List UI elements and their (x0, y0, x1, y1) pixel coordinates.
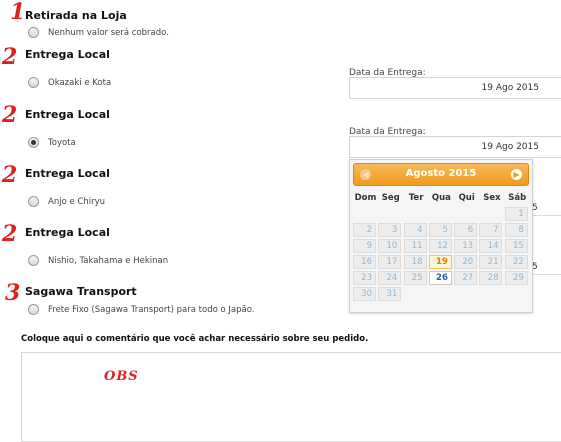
calendar-empty-cell (429, 287, 452, 301)
calendar-day[interactable]: 12 (428, 239, 452, 253)
comment-textarea[interactable] (21, 352, 561, 442)
calendar-day[interactable]: 11 (403, 239, 427, 253)
calendar-day[interactable]: 26 (428, 271, 452, 285)
calendar-day[interactable]: 3 (378, 223, 402, 237)
calendar-empty-cell (454, 207, 477, 221)
radio-anjo-chiryu[interactable] (28, 196, 39, 207)
shipping-title-entrega-local: Entrega Local (25, 48, 110, 61)
calendar-day[interactable]: 27 (454, 271, 478, 285)
radio-sagawa[interactable] (28, 304, 39, 315)
weekday-header: Dom (354, 193, 377, 203)
calendar-empty-cell (353, 207, 376, 221)
calendar-day[interactable]: 15 (504, 239, 528, 253)
calendar-day[interactable]: 28 (479, 271, 503, 285)
calendar-day[interactable]: 21 (479, 255, 503, 269)
calendar-empty-cell (404, 287, 427, 301)
weekday-header: Seg (381, 193, 400, 203)
calendar-empty-cell (404, 207, 427, 221)
datepicker-grid: Dom Seg Ter Qua Qui Sex Sáb 1 2 3 4 5 6 7 8 9 10 11 12 13 1… (353, 191, 531, 301)
shipping-title-entrega-local: Entrega Local (25, 167, 110, 180)
radio-retirada[interactable] (28, 27, 39, 38)
calendar-week-row: 2345678 (353, 223, 531, 237)
calendar-empty-cell (479, 287, 502, 301)
option-label: Okazaki e Kota (48, 78, 112, 88)
calendar-empty-cell (429, 207, 452, 221)
calendar-empty-cell (479, 207, 502, 221)
radio-nishio[interactable] (28, 255, 39, 266)
weekday-header: Qui (458, 193, 475, 203)
calendar-day[interactable]: 2 (353, 223, 376, 237)
calendar-day[interactable]: 31 (378, 287, 402, 301)
calendar-week-row: 9 10 11 12 13 14 15 (353, 239, 531, 253)
option-label: Frete Fixo (Sagawa Transport) para todo … (48, 305, 255, 315)
calendar-day[interactable]: 23 (353, 271, 376, 285)
calendar-day[interactable]: 19 (428, 255, 452, 269)
weekday-header: Sex (483, 193, 501, 203)
calendar-day[interactable]: 24 (378, 271, 402, 285)
calendar-day[interactable]: 17 (378, 255, 402, 269)
radio-okazaki[interactable] (28, 77, 39, 88)
calendar-day[interactable]: 22 (504, 255, 528, 269)
option-label: Toyota (48, 138, 76, 148)
calendar-day[interactable]: 8 (504, 223, 528, 237)
annotation-number: 2 (2, 102, 18, 128)
calendar-day[interactable]: 14 (479, 239, 503, 253)
calendar-day[interactable]: 10 (378, 239, 402, 253)
option-label: Nenhum valor será cobrado. (48, 28, 169, 38)
calendar-day[interactable]: 1 (504, 207, 528, 221)
option-label: Nishio, Takahama e Hekinan (48, 256, 169, 266)
weekday-header: Sáb (508, 193, 527, 203)
shipping-title-retirada: Retirada na Loja (25, 9, 127, 22)
option-label: Anjo e Chiryu (48, 197, 105, 207)
calendar-week-row: 16 17 18 19 20 21 22 (353, 255, 531, 269)
calendar-week-row: 30 31 (353, 287, 531, 301)
comment-label: Coloque aqui o comentário que você achar… (21, 334, 369, 344)
weekday-header: Ter (408, 193, 424, 203)
calendar-week-row: 23 24 25 26 27 28 29 (353, 271, 531, 285)
calendar-day[interactable]: 9 (353, 239, 376, 253)
calendar-day[interactable]: 25 (403, 271, 427, 285)
delivery-date-input[interactable]: 5 (530, 257, 561, 275)
datepicker-month-title: Agosto 2015 (405, 168, 477, 179)
calendar-empty-cell (454, 287, 477, 301)
weekday-row: Dom Seg Ter Qua Qui Sex Sáb (353, 191, 531, 205)
annotation-number: 3 (5, 280, 21, 306)
datepicker-header: ◀ Agosto 2015 ▶ (353, 163, 529, 186)
calendar-day[interactable]: 7 (479, 223, 503, 237)
delivery-date-input[interactable]: 19 Ago 2015 (349, 136, 561, 158)
calendar-day[interactable]: 6 (454, 223, 478, 237)
calendar-day[interactable]: 30 (353, 287, 376, 301)
calendar-empty-cell (378, 207, 401, 221)
annotation-number: 2 (2, 162, 18, 188)
calendar-day[interactable]: 4 (403, 223, 427, 237)
calendar-day[interactable]: 5 (428, 223, 452, 237)
calendar-week-row: 1 (353, 207, 531, 221)
annotation-number: 1 (10, 0, 26, 25)
datepicker: ◀ Agosto 2015 ▶ Dom Seg Ter Qua Qui Sex Sáb 12… (349, 159, 533, 313)
calendar-day[interactable]: 29 (504, 271, 528, 285)
annotation-number: 2 (2, 221, 18, 247)
calendar-empty-cell (505, 287, 528, 301)
shipping-title-entrega-local: Entrega Local (25, 108, 110, 121)
calendar-day[interactable]: 18 (403, 255, 427, 269)
shipping-title-sagawa: Sagawa Transport (25, 285, 137, 298)
annotation-number: 2 (2, 44, 18, 70)
shipping-title-entrega-local: Entrega Local (25, 226, 110, 239)
annotation-obs: OBS (104, 369, 139, 384)
delivery-date-input[interactable]: 19 Ago 2015 (349, 77, 561, 99)
calendar-day[interactable]: 16 (353, 255, 376, 269)
chevron-right-icon[interactable]: ▶ (511, 169, 522, 180)
calendar-day[interactable]: 20 (454, 255, 478, 269)
radio-toyota[interactable] (28, 137, 39, 148)
delivery-date-input[interactable]: 5 (530, 198, 561, 216)
calendar-day[interactable]: 13 (454, 239, 478, 253)
weekday-header: Qua (431, 193, 451, 203)
